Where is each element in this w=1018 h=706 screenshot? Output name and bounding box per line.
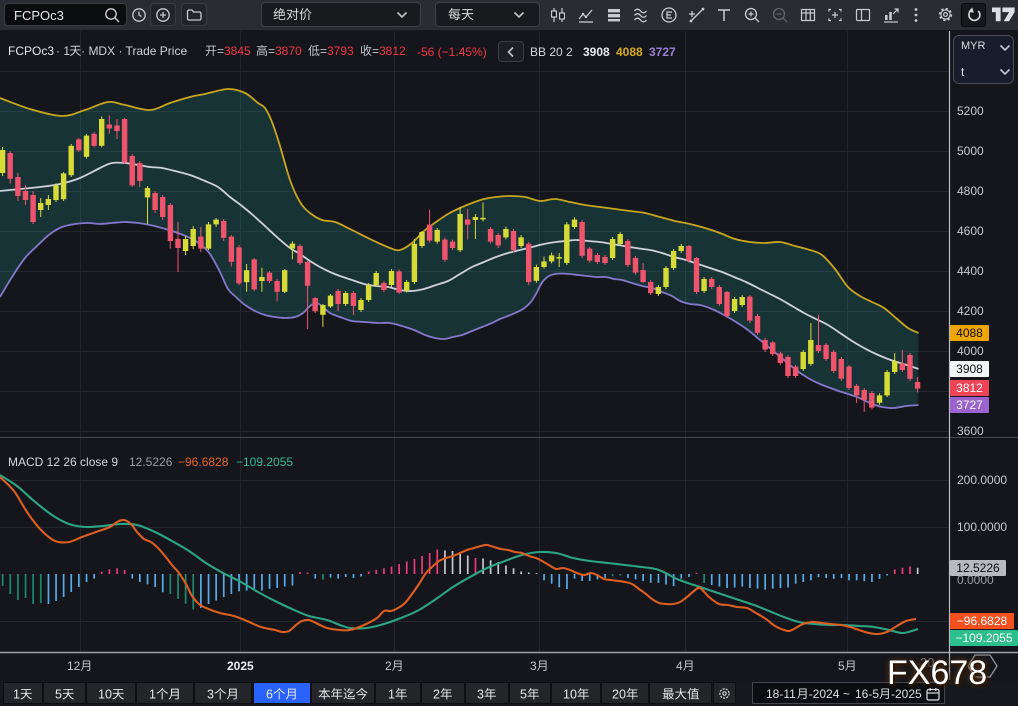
svg-text:FX678: FX678 (887, 654, 987, 692)
svg-text:16-5: 16-5 (855, 687, 879, 701)
svg-text:3870: 3870 (275, 44, 302, 58)
svg-text:3: 3 (530, 659, 537, 673)
svg-text:=: = (372, 44, 379, 58)
svg-text:10: 10 (98, 687, 112, 701)
svg-text:5: 5 (55, 687, 62, 701)
svg-text:=: = (320, 44, 327, 58)
svg-text:-2024: -2024 (809, 687, 840, 701)
svg-text:1: 1 (13, 687, 20, 701)
svg-text:1: 1 (149, 687, 156, 701)
svg-text:· 1: · 1 (56, 44, 70, 58)
svg-text:=: = (217, 44, 224, 58)
svg-text:2025: 2025 (227, 659, 254, 673)
svg-text:3: 3 (477, 687, 484, 701)
svg-text:3845: 3845 (224, 44, 251, 58)
svg-text:4: 4 (676, 659, 683, 673)
svg-text:2: 2 (433, 687, 440, 701)
svg-text:3: 3 (207, 687, 214, 701)
svg-text:3793: 3793 (327, 44, 354, 58)
svg-text:2: 2 (385, 659, 392, 673)
svg-text:18-11: 18-11 (766, 687, 796, 701)
svg-text:· MDX · Trade Price: · MDX · Trade Price (81, 44, 187, 58)
svg-text:3812: 3812 (379, 44, 406, 58)
svg-text:5: 5 (838, 659, 845, 673)
svg-text:12: 12 (67, 659, 81, 673)
svg-text:20: 20 (612, 687, 626, 701)
svg-text:6: 6 (266, 687, 273, 701)
svg-text:=: = (268, 44, 275, 58)
svg-text:FCPOc3: FCPOc3 (8, 44, 54, 58)
svg-text:1: 1 (388, 687, 395, 701)
svg-text:10: 10 (563, 687, 577, 701)
svg-text:5: 5 (520, 687, 527, 701)
